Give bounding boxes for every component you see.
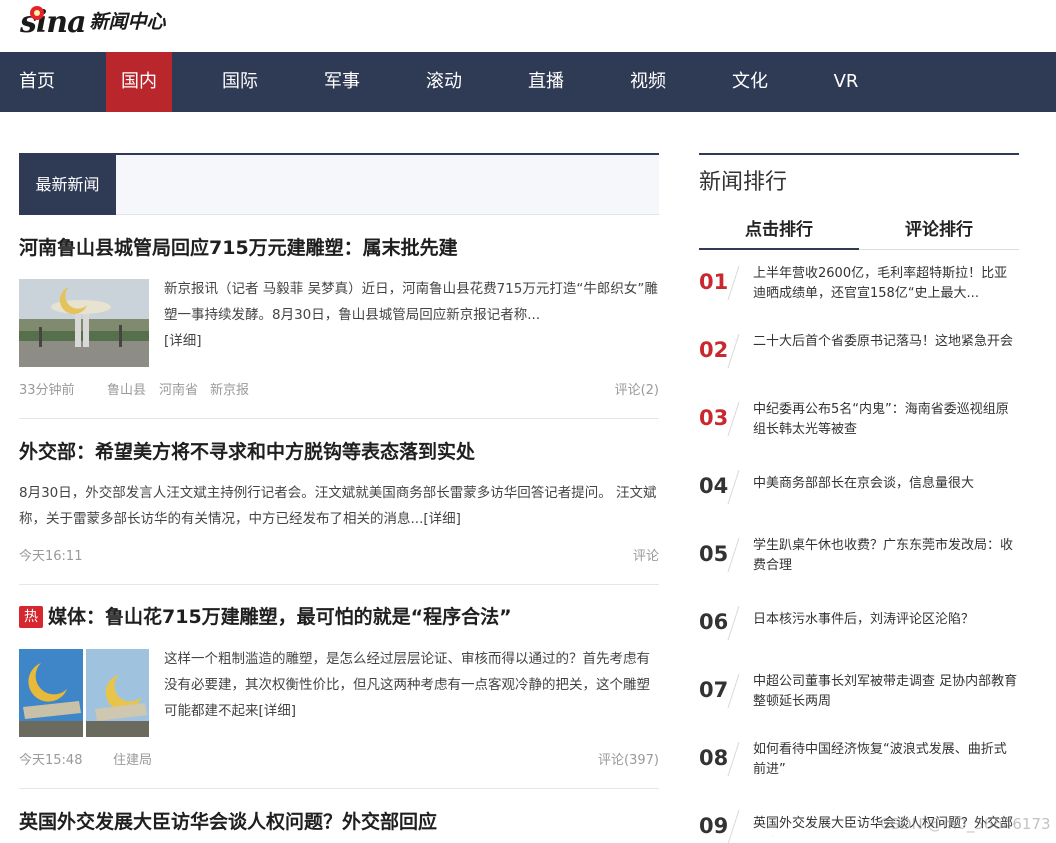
news-meta: 今天16:11 评论	[19, 545, 659, 565]
news-tag[interactable]: 新京报	[210, 379, 249, 398]
csdn-watermark: CSDN @m0_56646173	[880, 815, 1051, 833]
tab-click-ranking[interactable]: 点击排行	[699, 212, 859, 250]
rank-link[interactable]: 上半年营收2600亿，毛利率超特斯拉！比亚迪晒成绩单，还官宣158亿“史上最大.…	[753, 264, 1019, 304]
summary-text: 这样一个粗制滥造的雕塑，是怎么经过层层论证、审核而得以通过的？首先考虑有没有必要…	[164, 651, 650, 719]
sculpture-photo-icon	[19, 649, 149, 737]
ranking-tabs: 点击排行 评论排行	[699, 212, 1019, 250]
nav-item-rolling[interactable]: 滚动	[410, 52, 478, 112]
rank-number: 09	[699, 814, 729, 838]
main-nav: 首页 国内 国际 军事 滚动 直播 视频 文化 VR	[0, 52, 1056, 112]
sina-logo[interactable]: sina 新闻中心	[20, 4, 166, 38]
rank-number: 06	[699, 610, 729, 634]
summary-text: 新京报讯（记者 马毅菲 吴梦真）近日，河南鲁山县花费715万元打造“牛郎织女”雕…	[164, 281, 658, 323]
ranking-item[interactable]: 02 二十大后首个省委原书记落马！这地紧急开会	[699, 332, 1019, 382]
news-thumbnail[interactable]	[19, 649, 149, 737]
ranking-title: 新闻排行	[699, 170, 788, 195]
more-link[interactable]: [详细]	[423, 511, 461, 527]
ranking-item[interactable]: 07 中超公司董事长刘军被带走调查 足协内部教育整顿延长两周	[699, 672, 1019, 722]
news-tag[interactable]: 鲁山县	[107, 379, 146, 398]
divider	[19, 788, 659, 789]
news-title[interactable]: 热媒体：鲁山花715万建雕塑，最可怕的就是“程序合法”	[19, 603, 659, 631]
logo-text: 新闻中心	[89, 11, 166, 33]
latest-news-tab[interactable]: 最新新闻	[19, 155, 116, 215]
rank-link[interactable]: 如何看待中国经济恢复“波浪式发展、曲折式前进”	[753, 740, 1019, 780]
rank-link[interactable]: 中超公司董事长刘军被带走调查 足协内部教育整顿延长两周	[753, 672, 1019, 712]
news-summary: 新京报讯（记者 马毅菲 吴梦真）近日，河南鲁山县花费715万元打造“牛郎织女”雕…	[164, 276, 659, 354]
ranking-item[interactable]: 08 如何看待中国经济恢复“波浪式发展、曲折式前进”	[699, 740, 1019, 790]
rank-number: 01	[699, 270, 729, 294]
news-title[interactable]: 英国外交发展大臣访华会谈人权问题？外交部回应	[19, 808, 659, 836]
comments-link[interactable]: 评论(397)	[598, 749, 659, 768]
rank-number: 03	[699, 406, 729, 430]
comments-link[interactable]: 评论(2)	[615, 379, 659, 398]
rank-link[interactable]: 二十大后首个省委原书记落马！这地紧急开会	[753, 332, 1019, 352]
nav-item-vr[interactable]: VR	[818, 52, 874, 112]
news-tag[interactable]: 河南省	[159, 379, 198, 398]
rank-number: 08	[699, 746, 729, 770]
comments-link[interactable]: 评论	[633, 545, 659, 564]
sculpture-photo-icon	[19, 279, 149, 367]
news-item: 英国外交发展大臣访华会谈人权问题？外交部回应	[19, 808, 659, 838]
logo-eye-icon	[30, 6, 44, 20]
nav-item-culture[interactable]: 文化	[716, 52, 784, 112]
nav-item-live[interactable]: 直播	[512, 52, 580, 112]
site-header: sina 新闻中心	[0, 0, 1056, 52]
rank-number: 05	[699, 542, 729, 566]
rank-link[interactable]: 日本核污水事件后，刘涛评论区沦陷？	[753, 610, 1019, 630]
nav-item-video[interactable]: 视频	[614, 52, 682, 112]
news-summary: 8月30日，外交部发言人汪文斌主持例行记者会。汪文斌就美国商务部长雷蒙多访华回答…	[19, 480, 659, 532]
news-item: 河南鲁山县城管局回应715万元建雕塑：属末批先建 新京报讯（记者 马毅菲 吴梦真…	[19, 234, 659, 404]
ranking-item[interactable]: 04 中美商务部部长在京会谈，信息量很大	[699, 468, 1019, 518]
rank-number: 02	[699, 338, 729, 362]
news-item: 热媒体：鲁山花715万建雕塑，最可怕的就是“程序合法” 这样一个粗制滥造的雕塑，…	[19, 603, 659, 773]
rank-link[interactable]: 中纪委再公布5名“内鬼”：海南省委巡视组原组长韩太光等被查	[753, 400, 1019, 440]
divider	[19, 584, 659, 585]
news-time: 33分钟前	[19, 383, 75, 398]
news-summary: 这样一个粗制滥造的雕塑，是怎么经过层层论证、审核而得以通过的？首先考虑有没有必要…	[164, 646, 659, 724]
news-time: 今天15:48	[19, 753, 83, 768]
ranking-item[interactable]: 01 上半年营收2600亿，毛利率超特斯拉！比亚迪晒成绩单，还官宣158亿“史上…	[699, 264, 1019, 314]
news-meta: 33分钟前 鲁山县 河南省 新京报 评论(2)	[19, 379, 659, 399]
nav-item-domestic[interactable]: 国内	[106, 52, 172, 112]
latest-news-bar: 最新新闻	[19, 153, 659, 215]
tab-comment-ranking[interactable]: 评论排行	[859, 212, 1019, 250]
more-link[interactable]: [详细]	[164, 333, 202, 349]
logo-mark: sina	[20, 5, 87, 40]
ranking-item[interactable]: 06 日本核污水事件后，刘涛评论区沦陷？	[699, 604, 1019, 654]
rank-link[interactable]: 学生趴桌午休也收费？广东东莞市发改局：收费合理	[753, 536, 1019, 576]
rank-link[interactable]: 中美商务部部长在京会谈，信息量很大	[753, 474, 1019, 494]
nav-item-home[interactable]: 首页	[0, 52, 74, 112]
ranking-item[interactable]: 05 学生趴桌午休也收费？广东东莞市发改局：收费合理	[699, 536, 1019, 586]
news-time: 今天16:11	[19, 549, 83, 564]
news-title-text: 媒体：鲁山花715万建雕塑，最可怕的就是“程序合法”	[48, 606, 512, 628]
hot-badge: 热	[19, 606, 43, 628]
ranking-item[interactable]: 03 中纪委再公布5名“内鬼”：海南省委巡视组原组长韩太光等被查	[699, 400, 1019, 450]
news-tag[interactable]: 住建局	[113, 749, 152, 768]
news-thumbnail[interactable]	[19, 279, 149, 367]
rank-number: 04	[699, 474, 729, 498]
summary-text: 8月30日，外交部发言人汪文斌主持例行记者会。汪文斌就美国商务部长雷蒙多访华回答…	[19, 485, 657, 527]
news-title[interactable]: 河南鲁山县城管局回应715万元建雕塑：属末批先建	[19, 234, 659, 262]
news-meta: 今天15:48 住建局 评论(397)	[19, 749, 659, 769]
news-item: 外交部：希望美方将不寻求和中方脱钩等表态落到实处 8月30日，外交部发言人汪文斌…	[19, 438, 659, 568]
news-title[interactable]: 外交部：希望美方将不寻求和中方脱钩等表态落到实处	[19, 438, 659, 466]
nav-item-military[interactable]: 军事	[308, 52, 376, 112]
nav-item-international[interactable]: 国际	[206, 52, 274, 112]
ranking-top-border	[699, 153, 1019, 155]
divider	[19, 418, 659, 419]
more-link[interactable]: [详细]	[259, 703, 297, 719]
rank-number: 07	[699, 678, 729, 702]
